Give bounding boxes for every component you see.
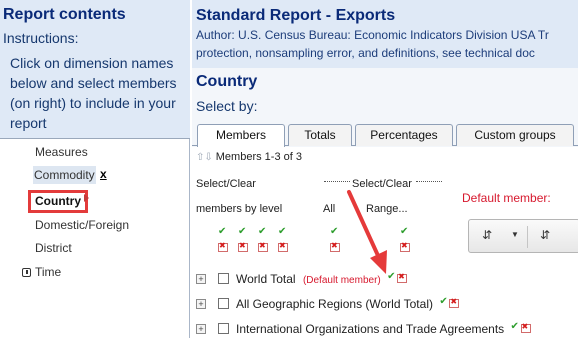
report-notes: protection, nonsampling error, and defin… (196, 46, 535, 60)
clear-all-icon[interactable] (330, 241, 340, 252)
expand-icon[interactable]: + (196, 299, 206, 309)
tab-percentages[interactable]: Percentages (355, 124, 453, 146)
members-count: ⇧⇩ Members 1-3 of 3 (196, 151, 302, 163)
report-panel: Standard Report - Exports Author: U.S. C… (192, 0, 578, 338)
tree-item-commodity[interactable]: Commodity (33, 166, 96, 184)
all-label: All (323, 203, 336, 215)
time-icon (22, 268, 31, 277)
tree-item-domestic-foreign[interactable]: Domestic/Foreign (35, 218, 129, 232)
tree-item-country[interactable]: Country (28, 190, 88, 213)
dimension-panel: Country Select by: Members Totals Percen… (192, 68, 578, 338)
sort-toolbar: ⇵ ▼ ⇵ (468, 219, 578, 253)
instructions-label: Instructions: (3, 30, 79, 46)
dotted-rule (324, 181, 350, 182)
members-by-level-label: members by level (196, 203, 283, 215)
expand-icon[interactable]: + (196, 274, 206, 284)
tree-item-measures[interactable]: Measures (35, 145, 88, 159)
select-level-1-icon[interactable] (218, 226, 228, 238)
commodity-x-mark: x (100, 167, 107, 181)
tree-item-time[interactable]: Time (22, 265, 61, 279)
member-checkbox[interactable] (218, 298, 229, 309)
default-member-tag: (Default member) (302, 275, 381, 286)
select-range-icon[interactable] (400, 226, 410, 238)
report-contents-panel: Report contents Instructions: Click on d… (0, 0, 190, 338)
member-checkbox[interactable] (218, 273, 229, 284)
report-contents-title: Report contents (3, 6, 126, 23)
member-checkbox[interactable] (218, 323, 229, 334)
chevron-down-icon[interactable]: ▼ (505, 230, 525, 246)
members-count-text: Members 1-3 of 3 (215, 151, 302, 163)
default-member-label: Default member: (462, 191, 551, 205)
select-level-4-icon[interactable] (278, 226, 288, 238)
report-author: Author: U.S. Census Bureau: Economic Ind… (196, 28, 549, 42)
sort-arrows-icon[interactable]: ⇧⇩ (196, 152, 213, 163)
tab-totals[interactable]: Totals (288, 124, 352, 146)
select-member-icon[interactable] (439, 296, 449, 308)
divider (0, 138, 190, 139)
report-header: Standard Report - Exports Author: U.S. C… (192, 0, 578, 68)
range-label[interactable]: Range... (366, 203, 408, 215)
select-clear-all-range-label: Select/Clear (352, 178, 412, 190)
select-member-icon[interactable] (387, 271, 397, 283)
sort-descending-icon[interactable]: ⇵ (477, 228, 497, 244)
selected-pointer-icon (84, 194, 89, 202)
select-member-icon[interactable] (511, 321, 521, 333)
toolbar-separator (527, 226, 528, 248)
select-by-label: Select by: (196, 98, 258, 114)
select-all-icon[interactable] (330, 226, 340, 238)
dotted-rule (416, 181, 442, 182)
select-level-3-icon[interactable] (258, 226, 268, 238)
tab-members[interactable]: Members (197, 124, 285, 147)
members-panel: ⇧⇩ Members 1-3 of 3 Select/Clear members … (192, 147, 578, 338)
member-label: World Total (236, 272, 296, 286)
report-title: Standard Report - Exports (196, 7, 396, 24)
clear-member-icon[interactable] (449, 297, 460, 308)
member-label: International Organizations and Trade Ag… (236, 322, 505, 336)
clear-level-2-icon[interactable] (238, 241, 248, 252)
select-clear-label: Select/Clear (196, 178, 256, 190)
clear-member-icon[interactable] (397, 272, 408, 283)
member-row-world-total: + World Total (Default member) (196, 271, 576, 289)
member-row-geographic-regions: + All Geographic Regions (World Total) (196, 296, 576, 314)
tree-item-district[interactable]: District (35, 241, 72, 255)
clear-member-icon[interactable] (520, 322, 531, 333)
instructions-text: Click on dimension names below and selec… (10, 55, 177, 131)
tree-item-time-label: Time (35, 265, 62, 279)
clear-level-3-icon[interactable] (258, 241, 268, 252)
clear-level-1-icon[interactable] (218, 241, 228, 252)
select-level-2-icon[interactable] (238, 226, 248, 238)
dimension-title: Country (196, 73, 258, 90)
tab-bar: Members Totals Percentages Custom groups (192, 122, 578, 147)
expand-icon[interactable]: + (196, 324, 206, 334)
clear-level-4-icon[interactable] (278, 241, 288, 252)
tab-custom-groups[interactable]: Custom groups (456, 124, 574, 146)
report-contents-header: Report contents Instructions: Click on d… (0, 0, 190, 138)
member-label: All Geographic Regions (World Total) (236, 297, 433, 311)
clear-range-icon[interactable] (400, 241, 410, 252)
sort-ascending-icon[interactable]: ⇵ (535, 228, 555, 244)
member-row-international-orgs: + International Organizations and Trade … (196, 321, 576, 338)
